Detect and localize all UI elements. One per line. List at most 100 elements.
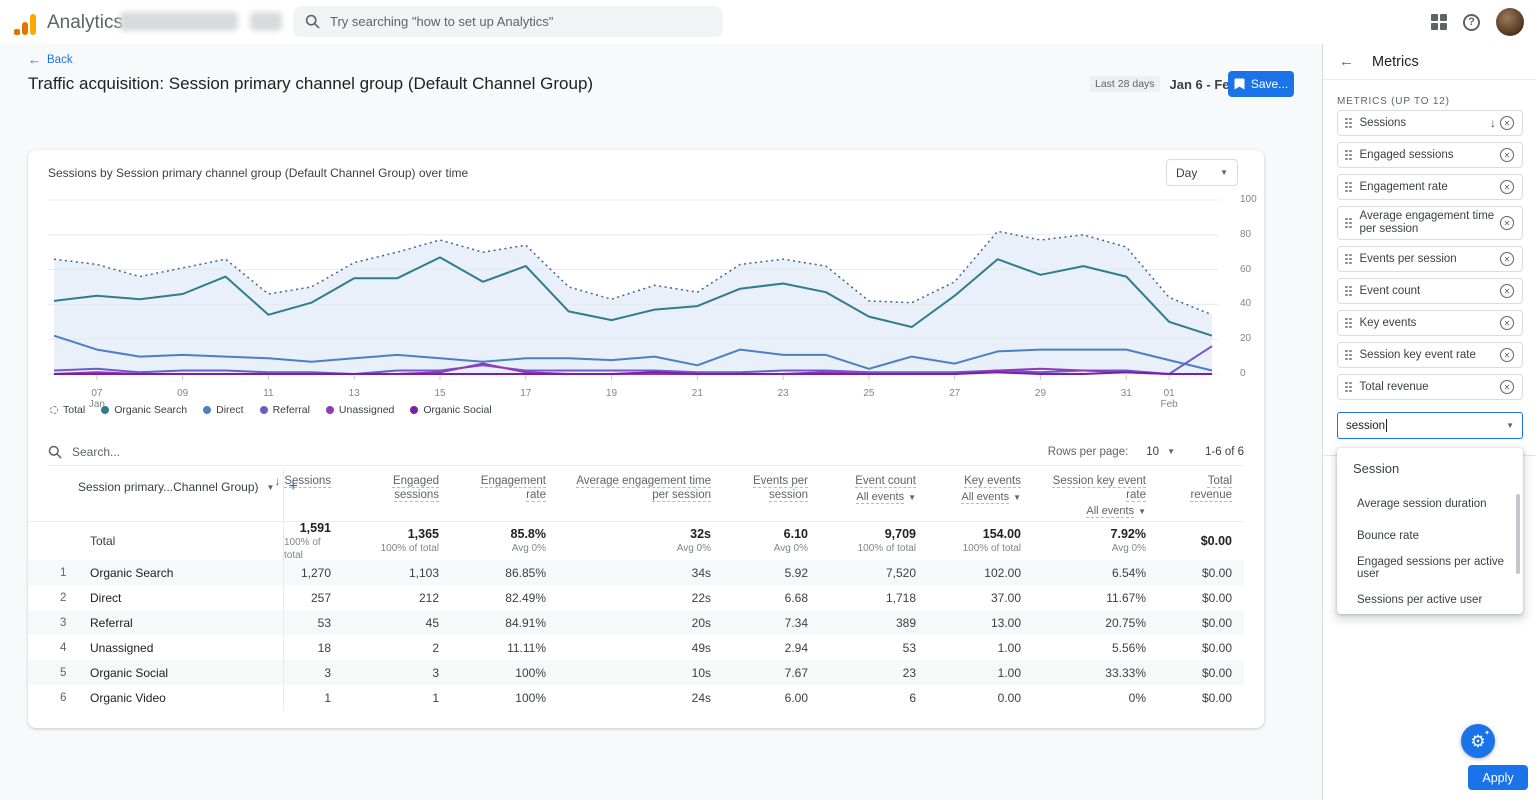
save-button[interactable]: Save...: [1228, 71, 1294, 97]
page-title: Traffic acquisition: Session primary cha…: [28, 74, 593, 94]
column-header-session-key-event-rate[interactable]: Session key event rateAll events▼: [1021, 468, 1146, 521]
metric-chip-engagement-rate[interactable]: Engagement rate✕: [1337, 174, 1523, 200]
column-header-engaged-sessions[interactable]: Engaged sessions: [331, 468, 439, 521]
analytics-logo[interactable]: Analytics: [14, 9, 123, 35]
table-row[interactable]: 6Organic Video11100%24s6.0060.000%$0.00: [28, 685, 1244, 710]
help-icon[interactable]: ?: [1463, 14, 1480, 31]
metric-chip-event-count[interactable]: Event count✕: [1337, 278, 1523, 304]
channel-name[interactable]: Organic Search: [82, 560, 283, 585]
channel-name[interactable]: Direct: [82, 585, 283, 610]
metric-chip-average-engagement-time-per-session[interactable]: Average engagement time per session✕: [1337, 206, 1523, 240]
column-header-event-count[interactable]: Event countAll events▼: [808, 468, 916, 521]
drag-handle-icon[interactable]: [1345, 318, 1352, 329]
channel-name[interactable]: Referral: [82, 610, 283, 635]
metric-value: 257: [284, 585, 331, 610]
metric-option[interactable]: Engaged sessions per active user: [1357, 552, 1513, 584]
total-metric-value: 6.10Avg 0%: [711, 522, 808, 560]
remove-metric-icon[interactable]: ✕: [1500, 216, 1514, 230]
rows-per-page-select[interactable]: 10: [1146, 446, 1159, 458]
chevron-down-icon: ▼: [1220, 168, 1228, 177]
metric-value: 1,103: [331, 560, 439, 585]
remove-metric-icon[interactable]: ✕: [1500, 180, 1514, 194]
metric-chip-sessions[interactable]: Sessions↓✕: [1337, 110, 1523, 136]
table-search-input[interactable]: Search...: [48, 445, 120, 459]
remove-metric-icon[interactable]: ✕: [1500, 252, 1514, 266]
channel-name[interactable]: Unassigned: [82, 635, 283, 660]
channel-name[interactable]: Organic Video: [82, 685, 283, 710]
table-row[interactable]: 1Organic Search1,2701,10386.85%34s5.927,…: [28, 560, 1244, 585]
event-filter-select[interactable]: All events▼: [856, 491, 916, 503]
granularity-select[interactable]: Day ▼: [1166, 159, 1238, 186]
channel-name[interactable]: Organic Social: [82, 660, 283, 685]
metric-option[interactable]: Sessions per active user: [1357, 584, 1513, 616]
column-header-key-events[interactable]: Key eventsAll events▼: [916, 468, 1021, 521]
metric-chip-total-revenue[interactable]: Total revenue✕: [1337, 374, 1523, 400]
metric-value: $0.00: [1146, 610, 1232, 635]
metric-chip-session-key-event-rate[interactable]: Session key event rate✕: [1337, 342, 1523, 368]
column-header-total-revenue[interactable]: Total revenue: [1146, 468, 1232, 521]
remove-metric-icon[interactable]: ✕: [1500, 148, 1514, 162]
drag-handle-icon[interactable]: [1345, 286, 1352, 297]
sessions-chart: [48, 198, 1218, 383]
table-row[interactable]: 4Unassigned18211.11%49s2.94531.005.56%$0…: [28, 635, 1244, 660]
remove-metric-icon[interactable]: ✕: [1500, 116, 1514, 130]
metric-value: 45: [331, 610, 439, 635]
drag-handle-icon[interactable]: [1345, 218, 1352, 229]
column-header-events-per-session[interactable]: Events per session: [711, 468, 808, 521]
apps-grid-icon[interactable]: [1431, 14, 1447, 30]
metric-value: 2.94: [711, 635, 808, 660]
avatar[interactable]: [1496, 8, 1524, 36]
property-name-redacted[interactable]: [250, 12, 282, 31]
metric-value: 100%: [439, 685, 546, 710]
remove-metric-icon[interactable]: ✕: [1500, 380, 1514, 394]
dropdown-scrollbar[interactable]: [1516, 494, 1520, 574]
metric-value: 6: [808, 685, 916, 710]
sort-descending-icon: ↓: [1490, 116, 1496, 130]
row-number: 2: [48, 585, 82, 610]
metric-search-input[interactable]: session ▼: [1337, 412, 1523, 439]
metric-value: 7.34: [711, 610, 808, 635]
add-dimension-button[interactable]: +: [288, 478, 297, 496]
metric-chip-key-events[interactable]: Key events✕: [1337, 310, 1523, 336]
insights-fab[interactable]: ⚙ ✦: [1461, 724, 1495, 758]
remove-metric-icon[interactable]: ✕: [1500, 284, 1514, 298]
remove-metric-icon[interactable]: ✕: [1500, 316, 1514, 330]
panel-back-arrow-icon[interactable]: ←: [1339, 53, 1354, 70]
metric-chip-events-per-session[interactable]: Events per session✕: [1337, 246, 1523, 272]
row-number: 6: [48, 685, 82, 710]
event-filter-select[interactable]: All events▼: [961, 491, 1021, 503]
metric-option[interactable]: Average session duration: [1357, 488, 1513, 520]
table-row[interactable]: 2Direct25721282.49%22s6.681,71837.0011.6…: [28, 585, 1244, 610]
drag-handle-icon[interactable]: [1345, 150, 1352, 161]
x-tick: 09: [163, 388, 203, 399]
text-caret: [1386, 419, 1387, 432]
event-filter-select[interactable]: All events▼: [1086, 505, 1146, 517]
chevron-down-icon[interactable]: ▼: [1167, 447, 1175, 456]
metric-value: 0.00: [916, 685, 1021, 710]
date-range-preset[interactable]: Last 28 days: [1090, 76, 1160, 92]
metric-value: 20s: [546, 610, 711, 635]
metric-value: 212: [331, 585, 439, 610]
metric-value: 6.68: [711, 585, 808, 610]
remove-metric-icon[interactable]: ✕: [1500, 348, 1514, 362]
metric-chip-engaged-sessions[interactable]: Engaged sessions✕: [1337, 142, 1523, 168]
apply-button[interactable]: Apply: [1468, 765, 1528, 790]
column-header-average-engagement-time-per-session[interactable]: Average engagement time per session: [546, 468, 711, 521]
account-name-redacted[interactable]: [120, 12, 238, 31]
table-row[interactable]: 3Referral534584.91%20s7.3438913.0020.75%…: [28, 610, 1244, 635]
drag-handle-icon[interactable]: [1345, 382, 1352, 393]
drag-handle-icon[interactable]: [1345, 254, 1352, 265]
global-search-input[interactable]: Try searching "how to set up Analytics": [293, 6, 723, 37]
table-row[interactable]: 5Organic Social33100%10s7.67231.0033.33%…: [28, 660, 1244, 685]
column-header-engagement-rate[interactable]: Engagement rate: [439, 468, 546, 521]
drag-handle-icon[interactable]: [1345, 118, 1352, 129]
metric-value: 6.54%: [1021, 560, 1146, 585]
drag-handle-icon[interactable]: [1345, 182, 1352, 193]
back-link[interactable]: ← Back: [28, 52, 73, 67]
metric-value: 53: [284, 610, 331, 635]
topbar: Analytics Try searching "how to set up A…: [0, 0, 1536, 44]
metric-option[interactable]: Bounce rate: [1357, 520, 1513, 552]
metrics-panel: ← Metrics METRICS (UP TO 12) Sessions↓✕E…: [1322, 44, 1536, 800]
drag-handle-icon[interactable]: [1345, 350, 1352, 361]
dimension-selector[interactable]: Session primary...Channel Group) ▼ +: [78, 478, 298, 496]
